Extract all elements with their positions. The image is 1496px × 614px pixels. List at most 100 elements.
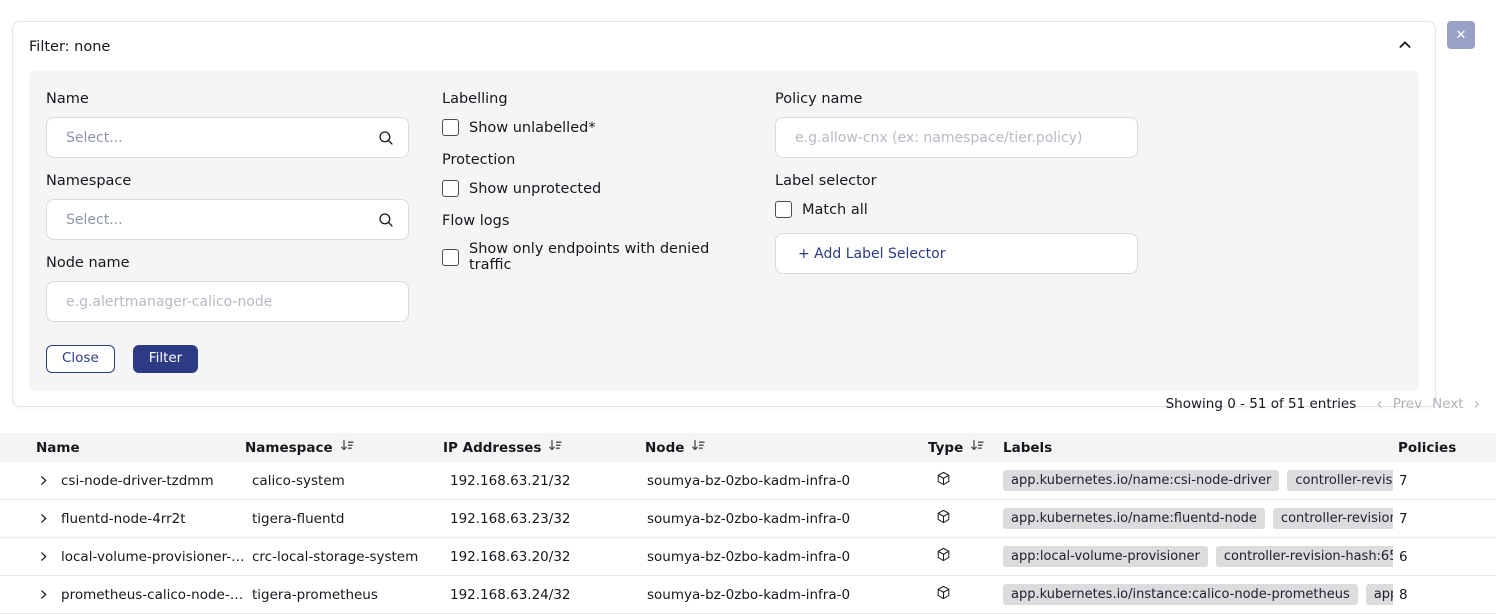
expand-row-chevron-icon[interactable] [38,513,49,524]
labelling-section: Labelling Show unlabelled* [442,91,742,136]
node-name-field-group: Node name [46,255,409,322]
match-all-label[interactable]: Match all [802,202,868,218]
show-unlabelled-label[interactable]: Show unlabelled* [469,120,596,136]
namespace-select-input[interactable] [46,199,409,240]
endpoint-ip: 192.168.63.21/32 [443,473,645,489]
endpoint-policies-count: 6 [1393,549,1496,565]
close-button[interactable]: Close [46,345,115,373]
policy-name-field-label: Policy name [775,91,1138,107]
pod-type-icon [936,509,951,528]
dialog-close-button[interactable]: ✕ [1447,21,1475,49]
protection-section: Protection Show unprotected [442,152,742,197]
policy-name-input[interactable] [775,117,1138,158]
sort-icon[interactable] [691,439,705,456]
label-badge: controller-revision-hash:65… [1216,546,1393,567]
label-badge: app.kubernetes.io/instance:calico-node-p… [1003,584,1358,605]
label-selector-group: Label selector Match all + Add Label Sel… [775,173,1138,274]
prev-page-button[interactable]: Prev [1393,396,1422,412]
label-badge: app.kubernetes.io/name:fluentd-node [1003,508,1265,529]
column-header-name: Name [0,440,245,456]
label-badge: app.… [1366,584,1393,605]
endpoint-policies-count: 7 [1393,473,1496,489]
column-header-node[interactable]: Node [645,439,928,456]
next-arrow-icon[interactable]: › [1474,396,1480,412]
filter-panel-title: Filter: none [29,39,110,55]
name-select-input[interactable] [46,117,409,158]
column-header-ip-addresses[interactable]: IP Addresses [443,439,645,456]
column-header-policies: Policies [1393,440,1496,456]
endpoint-namespace: tigera-prometheus [245,587,443,603]
prev-arrow-icon[interactable]: ‹ [1376,396,1382,412]
flow-logs-section: Flow logs Show only endpoints with denie… [442,213,742,273]
pod-type-icon [936,547,951,566]
next-page-button[interactable]: Next [1432,396,1463,412]
table-row: csi-node-driver-tzdmm calico-system 192.… [0,462,1496,500]
filter-panel: Filter: none Name Namespace [12,21,1436,407]
labelling-section-label: Labelling [442,91,742,107]
filter-form: Name Namespace Node name [29,71,1419,391]
endpoint-policies-count: 8 [1393,587,1496,603]
expand-row-chevron-icon[interactable] [38,589,49,600]
pod-type-icon [936,585,951,604]
entries-summary: Showing 0 - 51 of 51 entries [1166,396,1357,412]
table-row: local-volume-provisioner-… crc-local-sto… [0,538,1496,576]
endpoint-name: prometheus-calico-node-… [61,587,243,603]
filter-form-col-3: Policy name Label selector Match all + A… [775,91,1138,274]
denied-traffic-label[interactable]: Show only endpoints with denied traffic [469,241,742,273]
name-field-label: Name [46,91,409,107]
policy-name-field-group: Policy name [775,91,1138,158]
sort-icon[interactable] [548,439,562,456]
protection-section-label: Protection [442,152,742,168]
label-selector-label: Label selector [775,173,1138,189]
filter-button[interactable]: Filter [133,345,198,373]
label-badge: app.kubernetes.io/name:csi-node-driver [1003,470,1279,491]
node-name-field-label: Node name [46,255,409,271]
denied-traffic-checkbox[interactable] [442,249,459,266]
column-header-type[interactable]: Type [928,439,1003,456]
add-label-selector-button[interactable]: + Add Label Selector [775,233,1138,274]
endpoint-node: soumya-bz-0zbo-kadm-infra-0 [645,473,928,489]
flow-logs-section-label: Flow logs [442,213,742,229]
endpoint-name: local-volume-provisioner-… [61,549,245,565]
chevron-up-icon [1397,37,1413,56]
endpoint-node: soumya-bz-0zbo-kadm-infra-0 [645,511,928,527]
namespace-field-label: Namespace [46,173,409,189]
endpoint-namespace: calico-system [245,473,443,489]
endpoint-name: fluentd-node-4rr2t [61,511,186,527]
node-name-input[interactable] [46,281,409,322]
namespace-field-group: Namespace [46,173,409,240]
filter-form-col-2: Labelling Show unlabelled* Protection Sh… [442,91,742,289]
endpoint-namespace: tigera-fluentd [245,511,443,527]
filter-form-buttons: Close Filter [46,345,1138,373]
show-unlabelled-checkbox[interactable] [442,119,459,136]
endpoint-node: soumya-bz-0zbo-kadm-infra-0 [645,587,928,603]
endpoint-policies-count: 7 [1393,511,1496,527]
filter-panel-header: Filter: none [29,35,1419,58]
endpoint-ip: 192.168.63.24/32 [443,587,645,603]
endpoint-namespace: crc-local-storage-system [245,549,443,565]
match-all-checkbox[interactable] [775,201,792,218]
table-header: Name Namespace IP Addresses Node Type [0,433,1496,462]
search-icon [377,129,395,147]
sort-icon[interactable] [340,439,354,456]
column-header-namespace[interactable]: Namespace [245,439,443,456]
sort-icon[interactable] [970,439,984,456]
label-badge: controller-revision-… [1273,508,1393,529]
label-badge: controller-revisi… [1287,470,1393,491]
close-icon: ✕ [1456,27,1467,42]
endpoint-name: csi-node-driver-tzdmm [61,473,214,489]
table-row: prometheus-calico-node-… tigera-promethe… [0,576,1496,614]
expand-row-chevron-icon[interactable] [38,475,49,486]
pod-type-icon [936,471,951,490]
search-icon [377,211,395,229]
filter-form-col-1: Name Namespace Node name [46,91,409,337]
collapse-panel-button[interactable] [1391,35,1419,58]
expand-row-chevron-icon[interactable] [38,551,49,562]
show-unprotected-checkbox[interactable] [442,180,459,197]
label-badge: app:local-volume-provisioner [1003,546,1208,567]
show-unprotected-label[interactable]: Show unprotected [469,181,601,197]
column-header-labels: Labels [1003,440,1393,456]
pagination-bar: Showing 0 - 51 of 51 entries ‹ Prev Next… [1166,396,1480,412]
table-row: fluentd-node-4rr2t tigera-fluentd 192.16… [0,500,1496,538]
endpoint-node: soumya-bz-0zbo-kadm-infra-0 [645,549,928,565]
